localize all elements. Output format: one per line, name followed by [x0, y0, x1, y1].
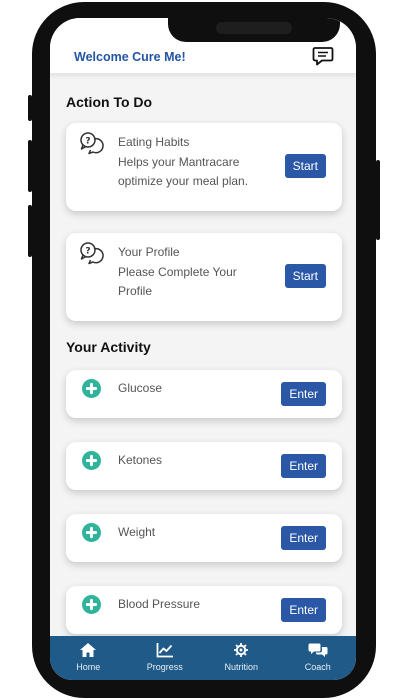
enter-weight-button[interactable]: Enter: [281, 526, 326, 550]
card-title: Your Profile: [118, 245, 180, 259]
nav-item-coach[interactable]: Coach: [280, 636, 357, 680]
nav-item-progress[interactable]: Progress: [127, 636, 204, 680]
activity-card-blood-pressure: Blood Pressure Enter: [66, 586, 342, 634]
coach-chat-icon: [308, 643, 328, 657]
svg-text:?: ?: [85, 247, 90, 257]
activity-label: Ketones: [118, 453, 163, 467]
nav-label: Progress: [146, 662, 183, 672]
nav-label: Home: [76, 662, 101, 672]
nutrition-icon: [234, 643, 249, 657]
activity-card-glucose: Glucose Enter: [66, 370, 342, 418]
nav-label: Nutrition: [224, 662, 258, 672]
plus-circle-icon: [82, 379, 101, 398]
plus-circle-icon: [82, 451, 101, 470]
start-profile-button[interactable]: Start: [284, 264, 326, 288]
activity-section-title: Your Activity: [66, 339, 151, 355]
app-screen: Welcome Cure Me! Action To Do ? Eating H…: [50, 18, 356, 680]
question-chat-icon: ?: [80, 132, 104, 155]
chart-icon: [156, 643, 173, 658]
chat-icon[interactable]: [312, 45, 334, 67]
nav-item-nutrition[interactable]: Nutrition: [203, 636, 280, 680]
activity-label: Glucose: [118, 381, 163, 395]
card-title: Eating Habits: [118, 135, 190, 149]
activity-label: Blood Pressure: [118, 597, 201, 611]
action-card-eating-habits: ? Eating Habits Helps your Mantracare op…: [66, 123, 342, 211]
enter-glucose-button[interactable]: Enter: [281, 382, 326, 406]
bottom-nav: Home Progress Nutrition Coach: [50, 636, 356, 680]
card-description: Please Complete Your Profile: [118, 265, 237, 298]
welcome-title: Welcome Cure Me!: [74, 50, 186, 64]
action-section-title: Action To Do: [66, 94, 153, 110]
nav-label: Coach: [304, 662, 331, 672]
plus-circle-icon: [82, 595, 101, 614]
activity-card-weight: Weight Enter: [66, 514, 342, 562]
card-description: Helps your Mantracare optimize your meal…: [118, 155, 249, 188]
enter-blood-pressure-button[interactable]: Enter: [281, 598, 326, 622]
activity-label: Weight: [118, 525, 156, 539]
plus-circle-icon: [82, 523, 101, 542]
svg-text:?: ?: [85, 137, 90, 147]
home-icon: [80, 643, 97, 657]
question-chat-icon: ?: [80, 242, 104, 265]
start-eating-habits-button[interactable]: Start: [284, 154, 326, 178]
nav-item-home[interactable]: Home: [50, 636, 127, 680]
activity-card-ketones: Ketones Enter: [66, 442, 342, 490]
action-card-your-profile: ? Your Profile Please Complete Your Prof…: [66, 233, 342, 321]
phone-power-button: [376, 160, 380, 240]
phone-notch: [168, 18, 340, 42]
enter-ketones-button[interactable]: Enter: [281, 454, 326, 478]
